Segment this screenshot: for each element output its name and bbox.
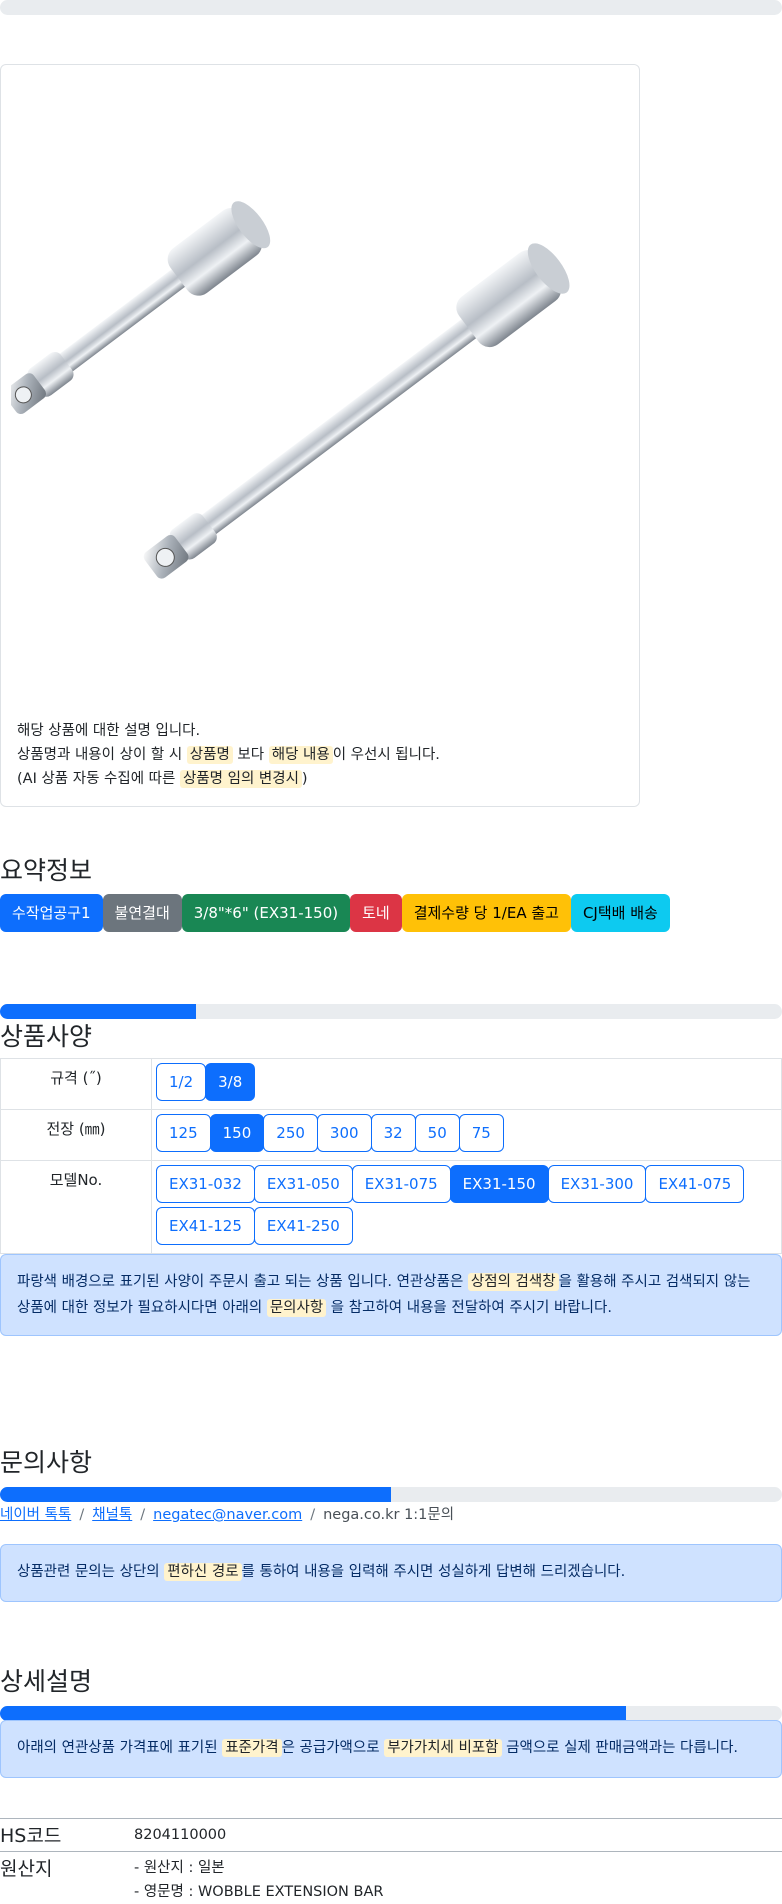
spec-option-button[interactable]: 3/8 (205, 1063, 256, 1101)
spec-option-button[interactable]: 32 (370, 1114, 416, 1152)
breadcrumb-separator: / (140, 1507, 146, 1523)
spec-option-button[interactable]: 1/2 (156, 1063, 207, 1101)
spec-option-button[interactable]: 150 (209, 1114, 265, 1152)
spec-label: 전장 (㎜) (0, 1109, 152, 1161)
product-image (11, 201, 570, 579)
spec-option-button[interactable]: 250 (263, 1114, 318, 1152)
summary-badge: 토네 (350, 894, 402, 932)
spec-option-button[interactable]: 50 (414, 1114, 460, 1152)
origin-row: 원산지 - 원산지 : 일본 - 영문명 : WOBBLE EXTENSION … (0, 1851, 782, 1901)
desc-text: 이 우선시 됩니다. (332, 747, 440, 763)
hs-code-value: 8204110000 (134, 1827, 227, 1843)
site-inquiry-text: nega.co.kr 1:1문의 (323, 1507, 455, 1523)
desc-line-2: 상품명과 내용이 상이 할 시 상품명 보다 해당 내용 이 우선시 됩니다. (17, 743, 440, 767)
specs-alert: 파랑색 배경으로 표기된 사양이 주문시 출고 되는 상품 입니다. 연관상품은… (0, 1254, 782, 1336)
summary-badge: 불연결대 (102, 894, 182, 932)
highlight-standard-price: 표준가격 (222, 1739, 282, 1757)
spec-label: 규격 (˝) (0, 1058, 152, 1110)
summary-badges: 수작업공구1 불연결대 3/8"*6" (EX31-150) 토네 결제수량 당 1/E… (0, 894, 670, 932)
desc-text: 보다 (232, 747, 269, 763)
detail-progress (0, 1706, 782, 1721)
inquiry-breadcrumb: 네이버 톡톡 / 채널톡 / negatec@naver.com / nega.co.kr … (0, 1503, 454, 1524)
spec-label: 모델No. (0, 1160, 152, 1254)
spec-option-button[interactable]: EX41-250 (253, 1207, 353, 1245)
detail-title: 상세설명 (0, 1667, 93, 1696)
alert-text: 금액으로 실제 판매금액과는 다릅니다. (501, 1740, 739, 1756)
inquiry-title: 문의사항 (0, 1448, 93, 1477)
summary-badge: 3/8"*6" (EX31-150) (181, 894, 351, 932)
spec-option-button[interactable]: EX31-050 (253, 1165, 353, 1203)
product-description: 해당 상품에 대한 설명 입니다. 상품명과 내용이 상이 할 시 상품명 보다… (17, 719, 440, 791)
detail-alert: 아래의 연관상품 가격표에 표기된 표준가격 은 공급가액으로 부가가치세 비포함… (0, 1720, 782, 1778)
alert-text: 은 공급가액으로 (281, 1740, 385, 1756)
naver-talk-link[interactable]: 네이버 톡톡 (0, 1507, 71, 1523)
breadcrumb-separator: / (310, 1507, 316, 1523)
spec-option-button[interactable]: 75 (458, 1114, 504, 1152)
spec-row: 규격 (˝) 1/2 3/8 (0, 1058, 782, 1110)
spec-option-button[interactable]: 300 (316, 1114, 372, 1152)
highlight-vat: 부가가치세 비포함 (384, 1739, 502, 1757)
highlight-search: 상점의 검색창 (467, 1273, 559, 1291)
highlight-product-name: 상품명 (186, 746, 233, 764)
desc-line-3: (AI 상품 자동 수집에 따른 상품명 임의 변경시) (17, 767, 440, 791)
highlight-inquiry: 문의사항 (266, 1299, 327, 1317)
inquiry-progress (0, 1487, 782, 1502)
summary-title: 요약정보 (0, 856, 93, 885)
spec-option-button[interactable]: EX31-032 (156, 1165, 255, 1203)
spec-row: 전장 (㎜) 125 150 250 300 32 50 75 (0, 1109, 782, 1161)
spec-option-button[interactable]: EX31-075 (351, 1165, 451, 1203)
origin-label: 원산지 (0, 1858, 53, 1880)
highlight-route: 편하신 경로 (164, 1563, 242, 1581)
origin-value: - 원산지 : 일본 - 영문명 : WOBBLE EXTENSION BAR (134, 1856, 383, 1904)
alert-text: 파랑색 배경으로 표기된 사양이 주문시 출고 되는 상품 입니다. 연관상품은 (17, 1274, 468, 1290)
spec-option-button[interactable]: EX31-150 (449, 1165, 549, 1203)
spec-option-group: 125 150 250 300 32 50 75 (156, 1114, 777, 1156)
breadcrumb-separator: / (79, 1507, 85, 1523)
specs-progress (0, 1004, 782, 1019)
origin-english-name: - 영문명 : WOBBLE EXTENSION BAR (134, 1884, 384, 1900)
summary-badge: CJ택배 배송 (570, 894, 670, 932)
inquiry-progress-fill (0, 1487, 391, 1502)
inquiry-alert: 상품관련 문의는 상단의 편하신 경로 를 통하여 내용을 입력해 주시면 성실하… (0, 1544, 782, 1602)
email-link[interactable]: negatec@naver.com (153, 1507, 302, 1523)
spec-options: 1/2 3/8 (151, 1058, 782, 1110)
detail-progress-fill (0, 1706, 626, 1721)
spec-option-button[interactable]: EX41-075 (645, 1165, 745, 1203)
alert-text: 상품관련 문의는 상단의 (17, 1564, 165, 1580)
alert-text: 아래의 연관상품 가격표에 표기된 (17, 1740, 223, 1756)
spec-option-button[interactable]: 125 (156, 1114, 211, 1152)
top-progress-bar (0, 0, 782, 15)
spec-option-group: 1/2 3/8 (156, 1063, 777, 1105)
spec-options: 125 150 250 300 32 50 75 (151, 1109, 782, 1161)
alert-text: 를 통하여 내용을 입력해 주시면 성실하게 답변해 드리겠습니다. (241, 1564, 626, 1580)
desc-line-1: 해당 상품에 대한 설명 입니다. (17, 723, 201, 739)
hs-code-row: HS코드 8204110000 (0, 1818, 782, 1852)
highlight-content: 해당 내용 (268, 746, 333, 764)
spec-option-group: EX31-032 EX31-050 EX31-075 EX31-150 EX31-300… (156, 1165, 777, 1249)
spec-table: 규격 (˝) 1/2 3/8 전장 (㎜) 125 150 250 300 32 50 75 모델No… (0, 1058, 782, 1254)
spec-option-button[interactable]: EX31-300 (547, 1165, 647, 1203)
channel-talk-link[interactable]: 채널톡 (92, 1507, 132, 1523)
hs-code-label: HS코드 (0, 1825, 62, 1847)
desc-text: 상품명과 내용이 상이 할 시 (17, 747, 187, 763)
origin-country: - 원산지 : 일본 (134, 1860, 225, 1876)
spec-options: EX31-032 EX31-050 EX31-075 EX31-150 EX31-300… (151, 1160, 782, 1254)
spec-row: 모델No. EX31-032 EX31-050 EX31-075 EX31-150 EX3… (0, 1160, 782, 1254)
highlight-name-change: 상품명 임의 변경시 (179, 770, 302, 788)
alert-text: 을 참고하여 내용을 전달하여 주시기 바랍니다. (326, 1300, 612, 1316)
desc-text: ) (301, 771, 308, 787)
desc-text: (AI 상품 자동 수집에 따른 (17, 771, 180, 787)
summary-badge: 수작업공구1 (0, 894, 103, 932)
spec-option-button[interactable]: EX41-125 (156, 1207, 255, 1245)
summary-badge: 결제수량 당 1/EA 출고 (401, 894, 571, 932)
specs-title: 상품사양 (0, 1022, 93, 1051)
product-card: 해당 상품에 대한 설명 입니다. 상품명과 내용이 상이 할 시 상품명 보다… (0, 64, 640, 807)
